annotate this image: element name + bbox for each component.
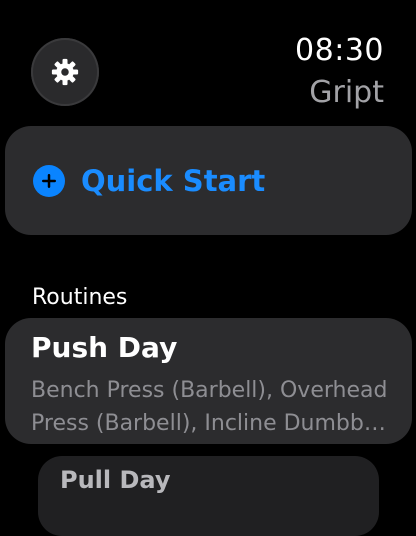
settings-button[interactable] xyxy=(31,38,99,106)
routine-name: Pull Day xyxy=(60,466,171,494)
routine-name: Push Day xyxy=(31,331,178,364)
routine-exercises: Bench Press (Barbell), Overhead Press (B… xyxy=(31,378,390,436)
quick-start-label: Quick Start xyxy=(81,163,266,198)
gear-icon xyxy=(50,57,80,87)
routine-card[interactable]: Pull Day xyxy=(38,456,379,536)
plus-circle-icon xyxy=(33,164,65,197)
routines-section-header: Routines xyxy=(32,285,128,310)
app-title: Gript xyxy=(309,75,384,110)
quick-start-button[interactable]: Quick Start xyxy=(5,126,412,235)
clock-time: 08:30 xyxy=(295,33,384,68)
routine-card[interactable]: Push Day Bench Press (Barbell), Overhead… xyxy=(5,318,412,444)
